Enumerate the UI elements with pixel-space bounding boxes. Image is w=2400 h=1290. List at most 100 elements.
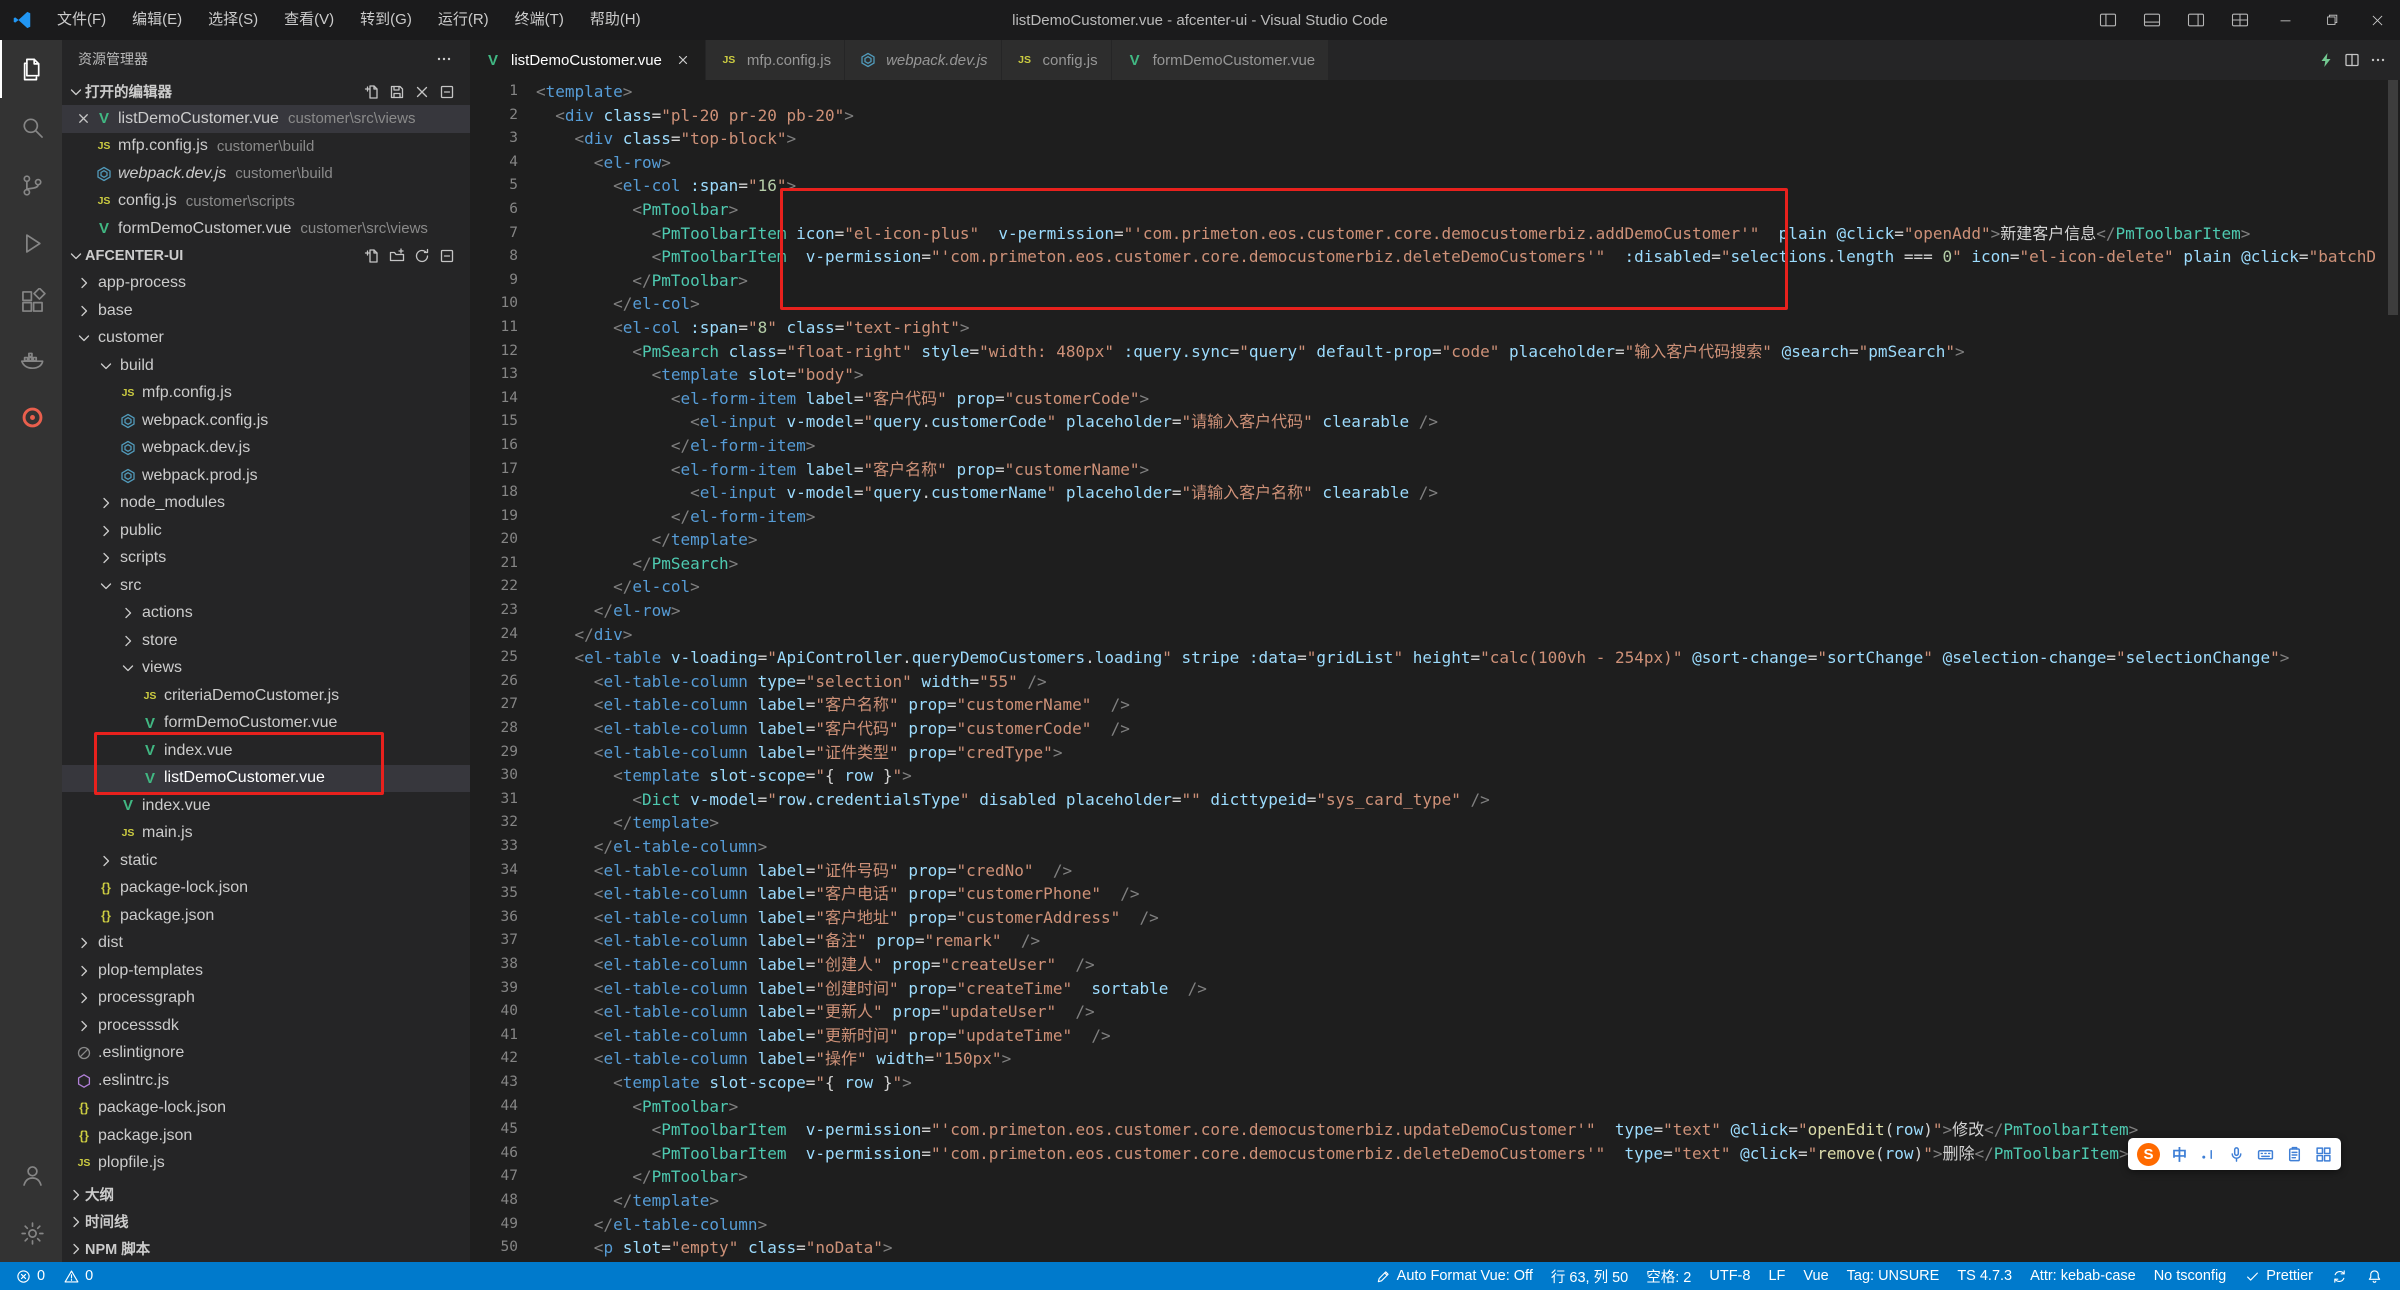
open-editor-config.js[interactable]: JSconfig.jscustomer\scripts <box>62 188 470 216</box>
tree-item-main.js[interactable]: JSmain.js <box>62 820 470 848</box>
window-minimize-button[interactable] <box>2262 0 2308 40</box>
code-line-26[interactable]: 26 <el-table-column type="selection" wid… <box>470 670 2400 694</box>
tree-item-base[interactable]: base <box>62 297 470 325</box>
new-folder-icon[interactable] <box>385 245 408 268</box>
menu-go[interactable]: 转到(G) <box>347 0 425 40</box>
code-line-38[interactable]: 38 <el-table-column label="创建人" prop="cr… <box>470 953 2400 977</box>
tree-item-views[interactable]: views <box>62 655 470 683</box>
sogou-logo-icon[interactable]: S <box>2137 1143 2160 1166</box>
more-actions-icon[interactable] <box>434 49 454 69</box>
code-line-45[interactable]: 45 <PmToolbarItem v-permission="'com.pri… <box>470 1118 2400 1142</box>
status-attr-casing[interactable]: Attr: kebab-case <box>2021 1262 2145 1290</box>
editor-scrollbar[interactable] <box>2388 80 2398 315</box>
open-editor-webpack.dev.js[interactable]: webpack.dev.jscustomer\build <box>62 160 470 188</box>
open-editor-mfp.config.js[interactable]: JSmfp.config.jscustomer\build <box>62 133 470 161</box>
code-line-6[interactable]: 6 <PmToolbar> <box>470 198 2400 222</box>
status-tsconfig[interactable]: No tsconfig <box>2145 1262 2236 1290</box>
activity-source-control[interactable] <box>0 156 62 214</box>
sidebar-section-1[interactable]: 时间线 <box>62 1208 470 1235</box>
save-all-icon[interactable] <box>385 80 408 103</box>
code-line-19[interactable]: 19 </el-form-item> <box>470 505 2400 529</box>
tree-item-scripts[interactable]: scripts <box>62 545 470 573</box>
code-line-5[interactable]: 5 <el-col :span="16"> <box>470 174 2400 198</box>
code-line-48[interactable]: 48 </template> <box>470 1189 2400 1213</box>
tree-item-webpack.dev.js[interactable]: webpack.dev.js <box>62 435 470 463</box>
window-close-button[interactable] <box>2354 0 2400 40</box>
new-untitled-file-icon[interactable] <box>360 80 383 103</box>
code-editor[interactable]: 1<template>2 <div class="pl-20 pr-20 pb-… <box>470 80 2400 1262</box>
tree-item-dist[interactable]: dist <box>62 930 470 958</box>
tree-item-plopfile.js[interactable]: JSplopfile.js <box>62 1150 470 1178</box>
sidebar-section-0[interactable]: 大纲 <box>62 1181 470 1208</box>
activity-extensions[interactable] <box>0 272 62 330</box>
tree-item-.eslintrc.js[interactable]: .eslintrc.js <box>62 1067 470 1095</box>
code-line-9[interactable]: 9 </PmToolbar> <box>470 269 2400 293</box>
code-line-32[interactable]: 32 </template> <box>470 811 2400 835</box>
code-line-30[interactable]: 30 <template slot-scope="{ row }"> <box>470 764 2400 788</box>
code-line-1[interactable]: 1<template> <box>470 80 2400 104</box>
split-editor-icon[interactable] <box>2342 50 2362 70</box>
tree-item-app-process[interactable]: app-process <box>62 270 470 298</box>
code-line-2[interactable]: 2 <div class="pl-20 pr-20 pb-20"> <box>470 104 2400 128</box>
code-line-36[interactable]: 36 <el-table-column label="客户地址" prop="c… <box>470 906 2400 930</box>
toggle-panel-button[interactable] <box>2130 0 2174 40</box>
tree-item-package.json[interactable]: {}package.json <box>62 1122 470 1150</box>
menu-view[interactable]: 查看(V) <box>271 0 347 40</box>
tree-item-node_modules[interactable]: node_modules <box>62 490 470 518</box>
status-indentation[interactable]: 空格: 2 <box>1637 1262 1700 1290</box>
open-editor-formDemoCustomer.vue[interactable]: VformDemoCustomer.vuecustomer\src\views <box>62 215 470 243</box>
collapse-open-editors-icon[interactable] <box>435 80 458 103</box>
status-encoding[interactable]: UTF-8 <box>1700 1262 1759 1290</box>
tab-webpack.dev.js[interactable]: webpack.dev.js <box>845 40 1001 80</box>
code-line-3[interactable]: 3 <div class="top-block"> <box>470 127 2400 151</box>
open-editors-header[interactable]: 打开的编辑器 <box>62 78 470 105</box>
tree-item-build[interactable]: build <box>62 352 470 380</box>
more-actions-icon[interactable] <box>2368 50 2388 70</box>
new-file-icon[interactable] <box>360 245 383 268</box>
code-line-39[interactable]: 39 <el-table-column label="创建时间" prop="c… <box>470 977 2400 1001</box>
status-sync[interactable] <box>2322 1262 2357 1290</box>
ime-toolbox-icon[interactable] <box>2315 1146 2332 1163</box>
close-all-editors-icon[interactable] <box>410 80 433 103</box>
tree-item-formDemoCustomer.vue[interactable]: VformDemoCustomer.vue <box>62 710 470 738</box>
menu-file[interactable]: 文件(F) <box>44 0 119 40</box>
code-line-28[interactable]: 28 <el-table-column label="客户代码" prop="c… <box>470 717 2400 741</box>
tree-item-listDemoCustomer.vue[interactable]: VlistDemoCustomer.vue <box>62 765 470 793</box>
tree-item-webpack.prod.js[interactable]: webpack.prod.js <box>62 462 470 490</box>
code-line-21[interactable]: 21 </PmSearch> <box>470 552 2400 576</box>
ime-toolbar[interactable]: S中 <box>2128 1138 2341 1170</box>
tree-item-.eslintignore[interactable]: .eslintignore <box>62 1040 470 1068</box>
code-line-20[interactable]: 20 </template> <box>470 528 2400 552</box>
tree-item-actions[interactable]: actions <box>62 600 470 628</box>
project-root-header[interactable]: AFCENTER-UI <box>62 243 470 270</box>
code-line-46[interactable]: 46 <PmToolbarItem v-permission="'com.pri… <box>470 1142 2400 1166</box>
code-line-49[interactable]: 49 </el-table-column> <box>470 1213 2400 1237</box>
tree-item-package-lock.json[interactable]: {}package-lock.json <box>62 1095 470 1123</box>
code-line-15[interactable]: 15 <el-input v-model="query.customerCode… <box>470 410 2400 434</box>
status-errors[interactable]: 0 <box>6 1262 54 1290</box>
tab-mfp.config.js[interactable]: JSmfp.config.js <box>706 40 845 80</box>
code-line-27[interactable]: 27 <el-table-column label="客户名称" prop="c… <box>470 693 2400 717</box>
code-line-22[interactable]: 22 </el-col> <box>470 575 2400 599</box>
code-line-44[interactable]: 44 <PmToolbar> <box>470 1095 2400 1119</box>
activity-search[interactable] <box>0 98 62 156</box>
code-line-41[interactable]: 41 <el-table-column label="更新时间" prop="u… <box>470 1024 2400 1048</box>
code-line-50[interactable]: 50 <p slot="empty" class="noData"> <box>470 1236 2400 1260</box>
code-line-37[interactable]: 37 <el-table-column label="备注" prop="rem… <box>470 929 2400 953</box>
toggle-sidebar-button[interactable] <box>2086 0 2130 40</box>
code-line-34[interactable]: 34 <el-table-column label="证件号码" prop="c… <box>470 859 2400 883</box>
menu-selection[interactable]: 选择(S) <box>195 0 271 40</box>
collapse-folders-icon[interactable] <box>435 245 458 268</box>
code-line-29[interactable]: 29 <el-table-column label="证件类型" prop="c… <box>470 741 2400 765</box>
customize-layout-button[interactable] <box>2218 0 2262 40</box>
code-line-17[interactable]: 17 <el-form-item label="客户名称" prop="cust… <box>470 458 2400 482</box>
tree-item-index.vue[interactable]: Vindex.vue <box>62 737 470 765</box>
ime-clipboard-icon[interactable] <box>2286 1146 2303 1163</box>
code-line-14[interactable]: 14 <el-form-item label="客户代码" prop="cust… <box>470 387 2400 411</box>
code-line-42[interactable]: 42 <el-table-column label="操作" width="15… <box>470 1047 2400 1071</box>
tab-config.js[interactable]: JSconfig.js <box>1002 40 1112 80</box>
tree-item-package.json[interactable]: {}package.json <box>62 902 470 930</box>
code-line-13[interactable]: 13 <template slot="body"> <box>470 363 2400 387</box>
code-line-4[interactable]: 4 <el-row> <box>470 151 2400 175</box>
tree-item-src[interactable]: src <box>62 572 470 600</box>
